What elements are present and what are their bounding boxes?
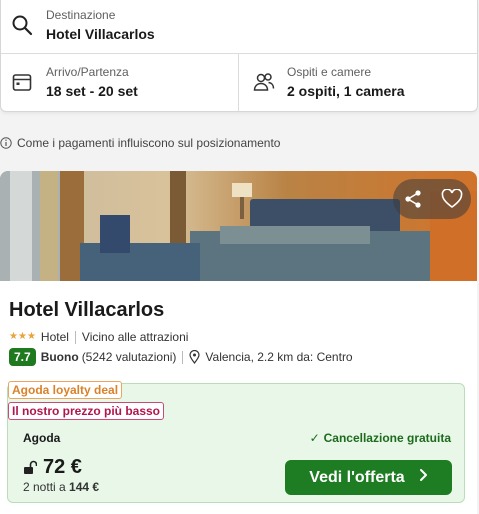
hotel-type: Hotel [40,330,69,344]
share-icon[interactable] [398,184,428,214]
users-icon [253,71,275,93]
dates-field[interactable]: Arrivo/Partenza 18 set - 20 set [1,54,239,111]
payment-ranking-text: Come i pagamenti influiscono sul posizio… [17,136,281,150]
info-icon [0,137,12,149]
loyalty-deal-tag: Agoda loyalty deal [8,381,123,399]
hotel-card[interactable]: Hotel Villacarlos ★ ★ ★ Hotel Vicino all… [0,171,477,514]
hotel-photo[interactable] [0,171,477,281]
heart-icon[interactable] [437,184,467,214]
hotel-meta: ★ ★ ★ Hotel Vicino alle attrazioni [9,330,188,344]
lowest-price-tag: Il nostro prezzo più basso [8,402,165,420]
star-icon: ★ [26,331,36,342]
provider-name: Agoda [23,431,61,445]
score-badge: 7.7 [9,348,36,366]
search-icon [11,14,33,36]
calendar-icon [12,72,32,92]
star-rating: ★ ★ ★ [9,332,36,342]
free-cancellation: ✓ Cancellazione gratuita [310,431,451,445]
total-price-line: 2 notti a 144 € [23,480,99,494]
cancellation-text: Cancellazione gratuita [323,431,451,445]
review-count[interactable]: (5242 valutazioni) [82,350,177,364]
search-form: Destinazione Hotel Villacarlos Arrivo/Pa… [0,0,478,112]
payment-ranking-info[interactable]: Come i pagamenti influiscono sul posizio… [0,135,280,151]
check-icon: ✓ [309,431,320,445]
price-row: 72 € [23,456,82,479]
view-deal-label: Vedi l'offerta [309,468,405,486]
dates-guests-row: Arrivo/Partenza 18 set - 20 set Ospiti e… [1,54,477,111]
star-icon: ★ [9,331,18,342]
hotel-highlight: Vicino alle attrazioni [81,330,189,344]
pin-icon [189,349,201,364]
destination-label: Destinazione [46,8,116,22]
view-deal-button[interactable]: Vedi l'offerta [285,460,452,495]
lock-icon [23,460,38,475]
guests-label: Ospiti e camere [287,65,372,79]
total-price: 144 € [69,480,100,494]
chevron-right-icon [419,468,428,487]
hotel-name[interactable]: Hotel Villacarlos [9,299,164,322]
divider [74,330,76,344]
rating-word: Buono [40,350,79,364]
hotel-location[interactable]: Valencia, 2.2 km da: Centro [205,350,352,364]
dates-value: 18 set - 20 set [46,83,138,99]
guests-value: 2 ospiti, 1 camera [287,83,405,99]
dates-label: Arrivo/Partenza [46,65,129,79]
deal-box: Agoda loyalty deal Il nostro prezzo più … [7,381,465,503]
rating-row: 7.7 Buono (5242 valutazioni) Valencia, 2… [9,348,353,366]
divider [182,350,184,364]
nights-text: 2 notti a [23,480,66,494]
price: 72 € [43,456,82,478]
destination-value: Hotel Villacarlos [46,26,155,42]
guests-field[interactable]: Ospiti e camere 2 ospiti, 1 camera [239,54,479,111]
star-icon: ★ [17,331,27,342]
destination-field[interactable]: Destinazione Hotel Villacarlos [1,0,477,54]
photo-actions [393,179,471,219]
